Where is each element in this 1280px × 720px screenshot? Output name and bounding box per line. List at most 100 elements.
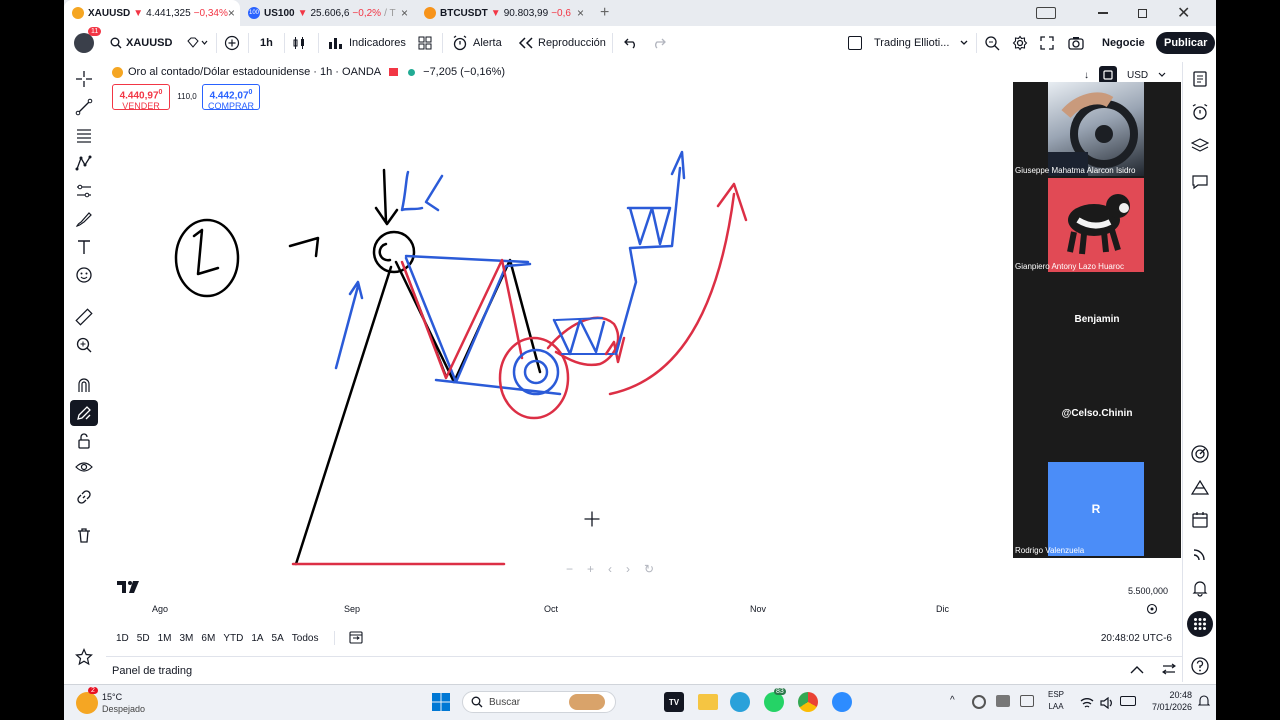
range-ytd[interactable]: YTD (223, 633, 243, 644)
fib-icon[interactable] (70, 122, 98, 148)
taskbar-clock[interactable]: 20:48 7/01/2026 (1152, 689, 1192, 713)
currency-selector[interactable]: USD (1127, 70, 1148, 81)
wifi-icon[interactable] (1080, 696, 1094, 714)
crosshair-icon[interactable] (70, 66, 98, 92)
range-5d[interactable]: 5D (137, 633, 150, 644)
tradingview-app-icon[interactable]: TV (664, 692, 684, 712)
range-1d[interactable]: 1D (116, 633, 129, 644)
display-icon[interactable] (1020, 695, 1034, 707)
alarm-clock-icon[interactable] (1188, 100, 1212, 124)
range-6m[interactable]: 6M (201, 633, 215, 644)
chart-canvas[interactable]: Oro al contado/Dólar estadounidense · 1h… (106, 62, 1181, 652)
indicators-button[interactable]: Indicadores (328, 36, 406, 50)
close-tab-icon[interactable]: × (577, 6, 584, 20)
pattern-icon[interactable] (70, 150, 98, 176)
trend-line-icon[interactable] (70, 94, 98, 120)
zoom-in-icon[interactable]: + (587, 562, 594, 576)
zoom-out-icon[interactable]: − (566, 562, 573, 576)
minimize-icon[interactable] (1098, 12, 1108, 14)
replay-button[interactable]: Reproducción (518, 37, 606, 49)
stay-in-drawing-mode-icon[interactable] (70, 400, 98, 426)
tab-btcusdt[interactable]: BTCUSDT ▼ 90.803,99 −0,6 × (416, 0, 592, 26)
trash-icon[interactable] (70, 522, 98, 548)
watchlist-icon[interactable] (1188, 67, 1212, 91)
emoji-icon[interactable] (70, 262, 98, 288)
star-icon[interactable] (70, 644, 98, 670)
notification-bell-icon[interactable] (1197, 695, 1211, 710)
taskbar-search[interactable]: Buscar (462, 691, 616, 713)
calendar-icon[interactable] (1188, 508, 1212, 532)
tray-chevron-up-icon[interactable]: ^ (950, 695, 955, 706)
chat-icon[interactable] (1188, 170, 1212, 194)
zoom-in-icon[interactable] (70, 332, 98, 358)
layers-icon[interactable] (1188, 134, 1212, 158)
tray-app-icon[interactable] (996, 695, 1010, 707)
scroll-left-icon[interactable]: ‹ (608, 562, 612, 576)
tab-xauusd[interactable]: XAUUSD ▼ 4.441,325 −0,34% × (64, 0, 240, 26)
battery-icon[interactable] (1120, 696, 1136, 706)
time-axis[interactable]: Ago Sep Oct Nov Dic (106, 603, 1182, 620)
notifications-bell-icon[interactable] (1188, 576, 1212, 600)
whatsapp-icon[interactable]: 83 (764, 688, 786, 712)
range-1a[interactable]: 1A (251, 633, 263, 644)
pyramid-icon[interactable] (1188, 476, 1212, 500)
apps-grid-icon[interactable] (1187, 611, 1213, 637)
sync-icon[interactable] (972, 695, 986, 709)
axis-settings-icon[interactable] (1146, 603, 1158, 617)
signal-icon[interactable] (1188, 542, 1212, 566)
language-indicator[interactable]: ESP LAA (1048, 689, 1064, 713)
text-icon[interactable] (70, 234, 98, 260)
symbol-search[interactable]: XAUUSD (110, 37, 172, 49)
target-icon[interactable] (1188, 442, 1212, 466)
range-3m[interactable]: 3M (180, 633, 194, 644)
link-icon[interactable] (70, 484, 98, 510)
clock[interactable]: 20:48:02 UTC-6 (1101, 633, 1172, 644)
fullscreen-icon[interactable] (1040, 36, 1054, 50)
file-explorer-icon[interactable] (698, 694, 718, 710)
templates-icon[interactable] (418, 36, 432, 50)
reset-chart-icon[interactable]: ↻ (644, 562, 654, 576)
chrome-icon[interactable] (798, 692, 818, 712)
telegram-icon[interactable] (730, 692, 750, 712)
maximize-icon[interactable] (1138, 8, 1147, 18)
diamond-icon[interactable] (186, 37, 208, 49)
range-5a[interactable]: 5A (272, 633, 284, 644)
candles-icon[interactable] (292, 36, 306, 50)
brush-icon[interactable] (70, 206, 98, 232)
close-window-icon[interactable]: ✕ (1177, 3, 1190, 23)
help-icon[interactable] (1188, 654, 1212, 678)
scroll-right-icon[interactable]: › (626, 562, 630, 576)
trading-panel-label[interactable]: Panel de trading (112, 665, 192, 677)
settings-gear-icon[interactable] (1012, 35, 1028, 51)
maximize-panel-icon[interactable] (1161, 663, 1177, 678)
eye-icon[interactable] (70, 454, 98, 480)
chevron-up-icon[interactable] (1130, 665, 1144, 677)
range-all[interactable]: Todos (292, 633, 319, 644)
layout-menu[interactable]: Trading Ellioti... (848, 36, 969, 50)
alert-button[interactable]: Alerta (452, 35, 502, 51)
devices-icon[interactable] (1036, 7, 1056, 19)
timeframe-button[interactable]: 1h (260, 37, 273, 49)
arrow-down-icon[interactable]: ↓ (1084, 70, 1089, 81)
zoom-icon[interactable] (832, 692, 852, 712)
windows-start-icon[interactable] (432, 693, 450, 716)
undo-icon[interactable] (624, 37, 638, 49)
add-symbol-icon[interactable] (224, 35, 240, 51)
tab-us100[interactable]: 100 US100 ▼ 25.606,6 −0,2% / T × (240, 0, 416, 26)
new-tab-button[interactable]: + (600, 4, 609, 22)
weather-widget[interactable]: 2 15°C Despejado (76, 687, 145, 715)
user-avatar[interactable]: 11 (74, 27, 102, 53)
publish-button[interactable]: Publicar (1156, 32, 1216, 54)
redo-icon[interactable] (652, 37, 666, 49)
close-tab-icon[interactable]: × (228, 6, 235, 20)
forecast-icon[interactable] (70, 178, 98, 204)
camera-icon[interactable] (1068, 36, 1084, 50)
magnet-icon[interactable] (70, 372, 98, 398)
lock-icon[interactable] (70, 428, 98, 454)
date-range-icon[interactable] (349, 630, 364, 647)
quick-search-icon[interactable] (984, 35, 1000, 51)
range-1m[interactable]: 1M (158, 633, 172, 644)
ruler-icon[interactable] (70, 304, 98, 330)
trade-button[interactable]: Negocie (1102, 37, 1145, 49)
volume-icon[interactable] (1100, 696, 1114, 714)
